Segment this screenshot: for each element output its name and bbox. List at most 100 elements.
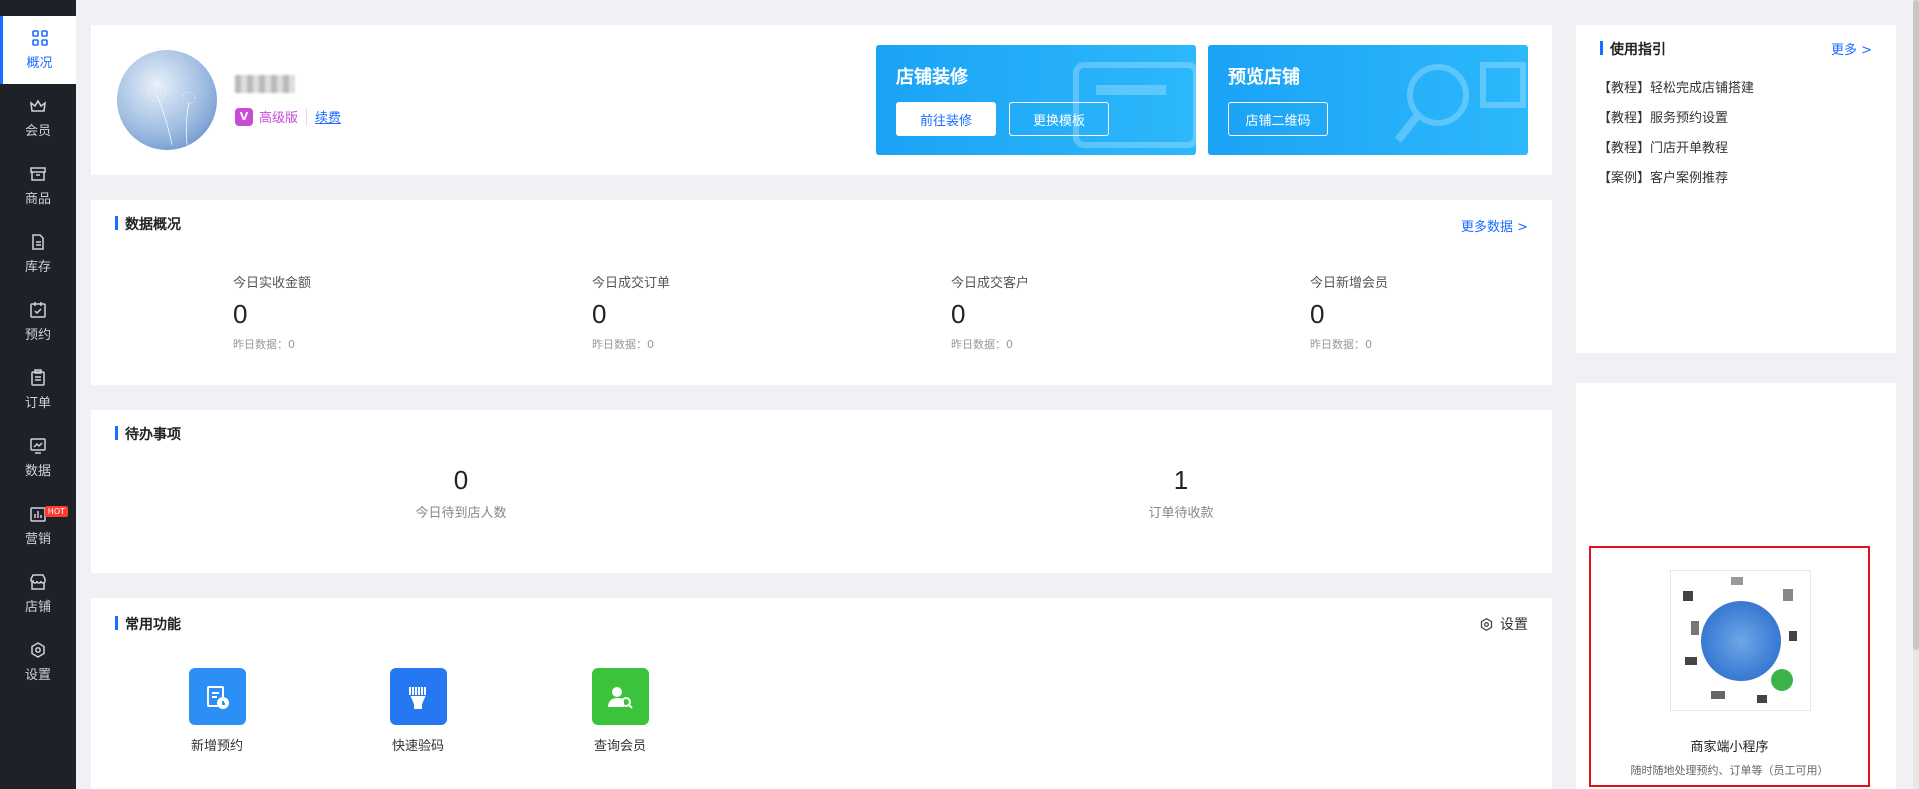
- sidebar-item-settings[interactable]: 设置: [0, 628, 76, 696]
- sidebar-item-members[interactable]: 会员: [0, 84, 76, 152]
- decorate-illustration: [1073, 62, 1196, 148]
- clipboard-icon: [29, 369, 47, 387]
- sidebar-item-label: 库存: [24, 260, 51, 275]
- hot-badge: HOT: [44, 506, 68, 517]
- stat-value: 0: [1310, 299, 1325, 329]
- func-quick-verify[interactable]: 快速验码: [378, 668, 458, 754]
- sidebar-item-overview[interactable]: 概况: [0, 16, 76, 84]
- sidebar-item-label: 营销: [24, 532, 51, 547]
- edition-row: V 高级版 续费: [235, 107, 341, 126]
- sidebar-item-inventory[interactable]: 库存: [0, 220, 76, 288]
- mini-program-qrcode: [1670, 570, 1811, 711]
- sidebar-item-label: 数据: [24, 464, 51, 479]
- func-add-appointment[interactable]: 新增预约: [177, 668, 257, 754]
- sidebar-item-label: 会员: [24, 124, 51, 139]
- guide-more-link[interactable]: 更多 >: [1831, 39, 1872, 58]
- sidebar-item-label: 预约: [24, 328, 51, 343]
- preview-title: 预览店铺: [1228, 67, 1300, 88]
- box-icon: [29, 165, 47, 183]
- store-icon: [29, 573, 47, 591]
- grid-icon: [31, 29, 49, 47]
- stat-label: 今日成交订单: [592, 276, 671, 291]
- guide-item[interactable]: 【教程】服务预约设置: [1598, 107, 1728, 126]
- stat-customers: 今日成交客户 0 昨日数据：0: [951, 272, 1029, 352]
- sidebar-item-label: 订单: [24, 396, 51, 411]
- guide-item[interactable]: 【教程】轻松完成店铺搭建: [1598, 77, 1754, 96]
- gear-icon: [29, 641, 47, 659]
- sidebar-item-data[interactable]: 数据: [0, 424, 76, 492]
- sidebar-item-label: 商品: [24, 192, 51, 207]
- change-template-button[interactable]: 更换模板: [1009, 102, 1109, 136]
- mini-program-subtitle: 随时随地处理预约、订单等（员工可用）: [1630, 764, 1829, 777]
- settings-label: 设置: [1500, 617, 1528, 633]
- scan-code-icon: [389, 668, 447, 725]
- decorate-card: 店铺装修 前往装修 更换模板: [876, 45, 1196, 155]
- stat-value: 0: [233, 299, 248, 329]
- todo-panel: 待办事项 0 今日待到店人数 1 订单待收款: [91, 410, 1552, 573]
- todo-label: 今日待到店人数: [415, 506, 507, 521]
- sidebar-item-orders[interactable]: 订单: [0, 356, 76, 424]
- sidebar-item-products[interactable]: 商品: [0, 152, 76, 220]
- sidebar-item-marketing[interactable]: HOT 营销: [0, 492, 76, 560]
- stat-label: 今日成交客户: [951, 276, 1030, 291]
- edition-label: 高级版: [259, 111, 299, 126]
- preview-card: 预览店铺 店铺二维码: [1208, 45, 1528, 155]
- store-avatar: [117, 50, 217, 150]
- dandelion-image: [147, 82, 196, 146]
- guide-panel: 使用指引 更多 > 【教程】轻松完成店铺搭建 【教程】服务预约设置 【教程】门店…: [1576, 25, 1896, 353]
- calendar-check-icon: [29, 301, 47, 319]
- add-appointment-icon: [188, 668, 246, 725]
- func-search-member[interactable]: 查询会员: [580, 668, 660, 754]
- todo-label: 订单待收款: [1148, 506, 1214, 521]
- go-decorate-button[interactable]: 前往装修: [896, 102, 996, 136]
- func-label: 快速验码: [391, 739, 444, 754]
- sidebar-item-label: 概况: [26, 56, 53, 71]
- stat-label: 今日实收金额: [233, 276, 312, 291]
- stat-yesterday: 昨日数据：0: [1310, 338, 1372, 351]
- todo-value: 1: [1173, 465, 1189, 495]
- sidebar-item-label: 店铺: [24, 600, 51, 615]
- inventory-icon: [29, 233, 47, 251]
- guide-item[interactable]: 【教程】门店开单教程: [1598, 137, 1728, 156]
- sidebar-top: [0, 0, 76, 16]
- section-title: 使用指引: [1600, 39, 1666, 59]
- store-info-panel: V 高级版 续费 店铺装修 前往装修 更换模板 预览店铺 店铺二维码: [91, 25, 1552, 175]
- stat-orders: 今日成交订单 0 昨日数据：0: [592, 272, 670, 352]
- store-name-blurred: [235, 75, 295, 93]
- sidebar-item-store[interactable]: 店铺: [0, 560, 76, 628]
- functions-settings-button[interactable]: 设置: [1479, 614, 1528, 634]
- section-title: 待办事项: [115, 424, 181, 444]
- gear-icon: [1480, 617, 1493, 631]
- todo-value: 0: [453, 465, 469, 495]
- store-qrcode-button[interactable]: 店铺二维码: [1228, 102, 1328, 136]
- stat-value: 0: [951, 299, 966, 329]
- sidebar-item-label: 设置: [24, 668, 51, 683]
- common-functions-panel: 常用功能 设置 新增预约 快速验码 查询会员: [91, 598, 1552, 789]
- data-overview-panel: 数据概况 更多数据 > 今日实收金额 0 昨日数据：0 今日成交订单 0 昨日数…: [91, 200, 1552, 385]
- preview-illustration: [1394, 62, 1526, 143]
- more-data-link[interactable]: 更多数据 >: [1461, 216, 1528, 235]
- qrcode-logo: [1701, 601, 1781, 681]
- renew-link[interactable]: 续费: [315, 107, 341, 126]
- todo-arrivals[interactable]: 0 今日待到店人数: [361, 465, 561, 521]
- page-scrollbar[interactable]: [1913, 0, 1919, 789]
- stat-label: 今日新增会员: [1310, 276, 1389, 291]
- search-member-icon: [591, 668, 649, 725]
- miniprogram-logo: [1771, 669, 1793, 691]
- chart-icon: [29, 437, 47, 455]
- mini-program-highlight: 商家端小程序 随时随地处理预约、订单等（员工可用）: [1589, 546, 1870, 787]
- sidebar-item-appointments[interactable]: 预约: [0, 288, 76, 356]
- section-title: 常用功能: [115, 614, 181, 634]
- scrollbar-thumb[interactable]: [1913, 0, 1919, 650]
- mini-program-title: 商家端小程序: [1690, 740, 1769, 755]
- stat-yesterday: 昨日数据：0: [951, 338, 1013, 351]
- vip-icon: V: [235, 107, 253, 126]
- todo-unpaid-orders[interactable]: 1 订单待收款: [1081, 465, 1281, 521]
- stat-value: 0: [592, 299, 607, 329]
- stat-new-members: 今日新增会员 0 昨日数据：0: [1310, 272, 1388, 352]
- decorate-title: 店铺装修: [896, 67, 968, 88]
- stat-revenue: 今日实收金额 0 昨日数据：0: [233, 272, 311, 352]
- guide-item[interactable]: 【案例】客户案例推荐: [1598, 167, 1728, 186]
- func-label: 新增预约: [190, 739, 243, 754]
- section-title: 数据概况: [115, 214, 181, 234]
